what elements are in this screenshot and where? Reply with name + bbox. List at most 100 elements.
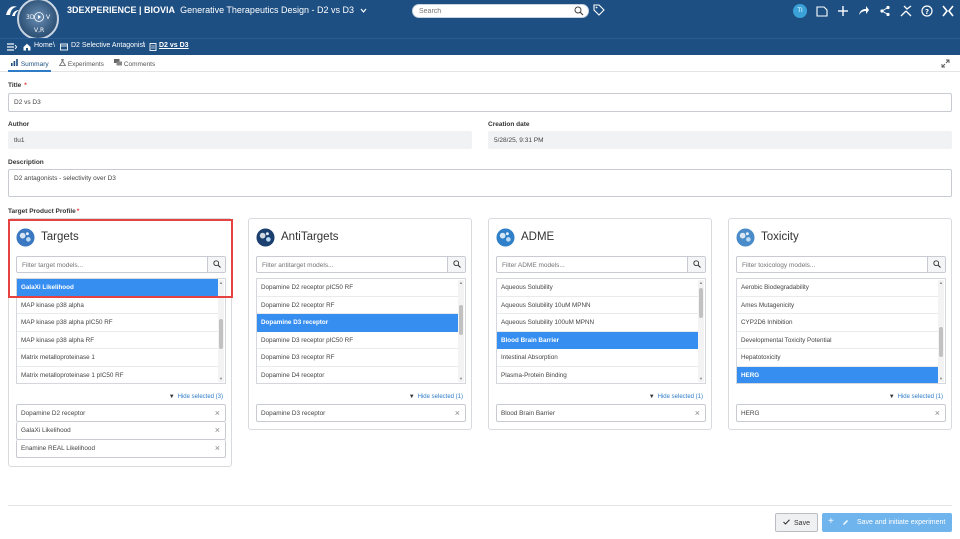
filter-box[interactable] [256,256,466,273]
list-item[interactable]: Dopamine D3 receptor [257,314,458,332]
filter-search-button[interactable] [687,257,705,272]
comment-icon[interactable] [816,5,828,17]
list-item[interactable]: Plasma-Protein Binding [497,367,698,383]
hide-selected-toggle[interactable]: ▼ Hide selected (1) [409,394,463,400]
compass-button[interactable]: 3D V V,R [17,0,59,40]
list-item[interactable]: Developmental Toxicity Potential [737,332,938,350]
filter-input[interactable] [22,260,202,270]
app-title[interactable]: 3DEXPERIENCE | BIOVIA Generative Therape… [67,5,367,15]
list-item[interactable]: MAP kinase p38 alpha pIC50 RF [17,314,218,332]
scroll-down-icon[interactable]: ▼ [938,376,944,382]
list-item[interactable]: Aqueous Solubility [497,279,698,297]
help-icon[interactable]: ? [921,5,933,17]
hide-selected-toggle[interactable]: ▼ Hide selected (1) [649,394,703,400]
menu-icon[interactable] [7,43,17,51]
remove-icon[interactable]: × [935,408,940,418]
filter-search-button[interactable] [927,257,945,272]
tab-comments[interactable]: Comments [114,59,155,68]
chevron-down-icon[interactable] [360,8,367,13]
breadcrumb-project[interactable]: D2 Selective Antagonist [71,42,145,49]
description-field[interactable]: D2 antagonists - selectivity over D3 [8,169,952,197]
brand-label: 3DEXPERIENCE | BIOVIA [67,5,176,15]
tab-experiments[interactable]: Experiments [58,58,104,68]
list-item[interactable]: HERG [737,367,938,383]
list-item[interactable]: Aerobic Biodegradability [737,279,938,297]
filter-input[interactable] [742,260,922,270]
list-item[interactable]: Hepatotoxicity [737,349,938,367]
search-input[interactable] [419,6,569,17]
filter-search-button[interactable] [447,257,465,272]
edit-icon [843,520,848,525]
remove-icon[interactable]: × [215,425,220,435]
network-icon[interactable] [879,5,891,17]
save-and-initiate-button[interactable]: + Save and initiate experiment [822,513,952,532]
hide-selected-toggle[interactable]: ▼ Hide selected (3) [169,394,223,400]
filter-box[interactable] [736,256,946,273]
scroll-up-icon[interactable]: ▲ [938,280,944,286]
remove-icon[interactable]: × [215,443,220,453]
scroll-thumb[interactable] [939,327,943,358]
scrollbar[interactable]: ▲ ▼ [218,280,224,382]
compass-apps-icon[interactable] [942,5,954,17]
hide-selected-toggle[interactable]: ▼ Hide selected (1) [889,394,943,400]
list-item[interactable]: Intestinal Absorption [497,349,698,367]
filter-input[interactable] [502,260,682,270]
list-item[interactable]: Dopamine D3 receptor RF [257,349,458,367]
scrollbar[interactable]: ▲ ▼ [938,280,944,382]
scroll-up-icon[interactable]: ▲ [458,280,464,286]
scroll-thumb[interactable] [459,304,463,335]
card-title: Toxicity [761,231,799,243]
filter-box[interactable] [16,256,226,273]
list-item[interactable]: Dopamine D3 receptor pIC50 RF [257,332,458,350]
selected-chip: Dopamine D2 receptor × [16,404,226,422]
list-item[interactable]: Dopamine D4 receptor [257,367,458,383]
scroll-up-icon[interactable]: ▲ [218,280,224,286]
breadcrumb-current[interactable]: D2 vs D3 [159,42,189,49]
scroll-thumb[interactable] [699,288,703,318]
list-item[interactable]: Matrix metalloproteinase 1 pIC50 RF [17,367,218,383]
scrollbar[interactable]: ▲ ▼ [698,280,704,382]
model-list: Dopamine D2 receptor pIC50 RF Dopamine D2… [256,278,466,384]
add-icon[interactable] [837,5,849,17]
tools-icon[interactable] [900,5,912,17]
card-header: Targets [16,227,79,247]
filter-input[interactable] [262,260,442,270]
search-icon[interactable] [574,6,584,16]
search-box[interactable] [412,4,589,18]
ds-logo-icon [4,4,22,18]
list-item[interactable]: MAP kinase p38 alpha [17,297,218,315]
tag-icon[interactable] [593,4,605,16]
scrollbar[interactable]: ▲ ▼ [458,280,464,382]
list-item[interactable]: Aqueous Solubility 100uM MPNN [497,314,698,332]
filter-box[interactable] [496,256,706,273]
expand-icon[interactable] [941,59,950,68]
list-item[interactable]: MAP kinase p38 alpha RF [17,332,218,350]
hide-selected-label: Hide selected (1) [657,394,703,400]
card-header: AntiTargets [256,227,339,247]
list-item[interactable]: Matrix metalloproteinase 1 [17,349,218,367]
list-item[interactable]: Ames Mutagenicity [737,297,938,315]
remove-icon[interactable]: × [215,408,220,418]
save-button[interactable]: Save [775,513,818,532]
scroll-thumb[interactable] [219,318,223,349]
list-item[interactable]: GalaXi Likelihood [17,279,218,297]
scroll-down-icon[interactable]: ▼ [218,376,224,382]
title-field[interactable]: D2 vs D3 [8,93,952,112]
list-item[interactable]: CYP2D6 Inhibition [737,314,938,332]
tab-summary[interactable]: Summary [11,59,49,68]
scroll-down-icon[interactable]: ▼ [698,376,704,382]
share-icon[interactable] [858,5,870,17]
scroll-up-icon[interactable]: ▲ [698,280,704,286]
filter-search-button[interactable] [207,257,225,272]
breadcrumb-home[interactable]: Home [34,42,53,49]
list-item[interactable]: Blood Brain Barrier [497,331,698,350]
list-item[interactable]: Dopamine D2 receptor pIC50 RF [257,279,458,297]
scroll-down-icon[interactable]: ▼ [458,376,464,382]
list-item[interactable]: Aqueous Solubility 10uM MPNN [497,297,698,315]
avatar[interactable]: TI [793,4,807,18]
selected-chip: Dopamine D3 receptor × [256,404,466,422]
project-icon [60,43,68,51]
remove-icon[interactable]: × [695,408,700,418]
list-item[interactable]: Dopamine D2 receptor RF [257,297,458,315]
remove-icon[interactable]: × [455,408,460,418]
